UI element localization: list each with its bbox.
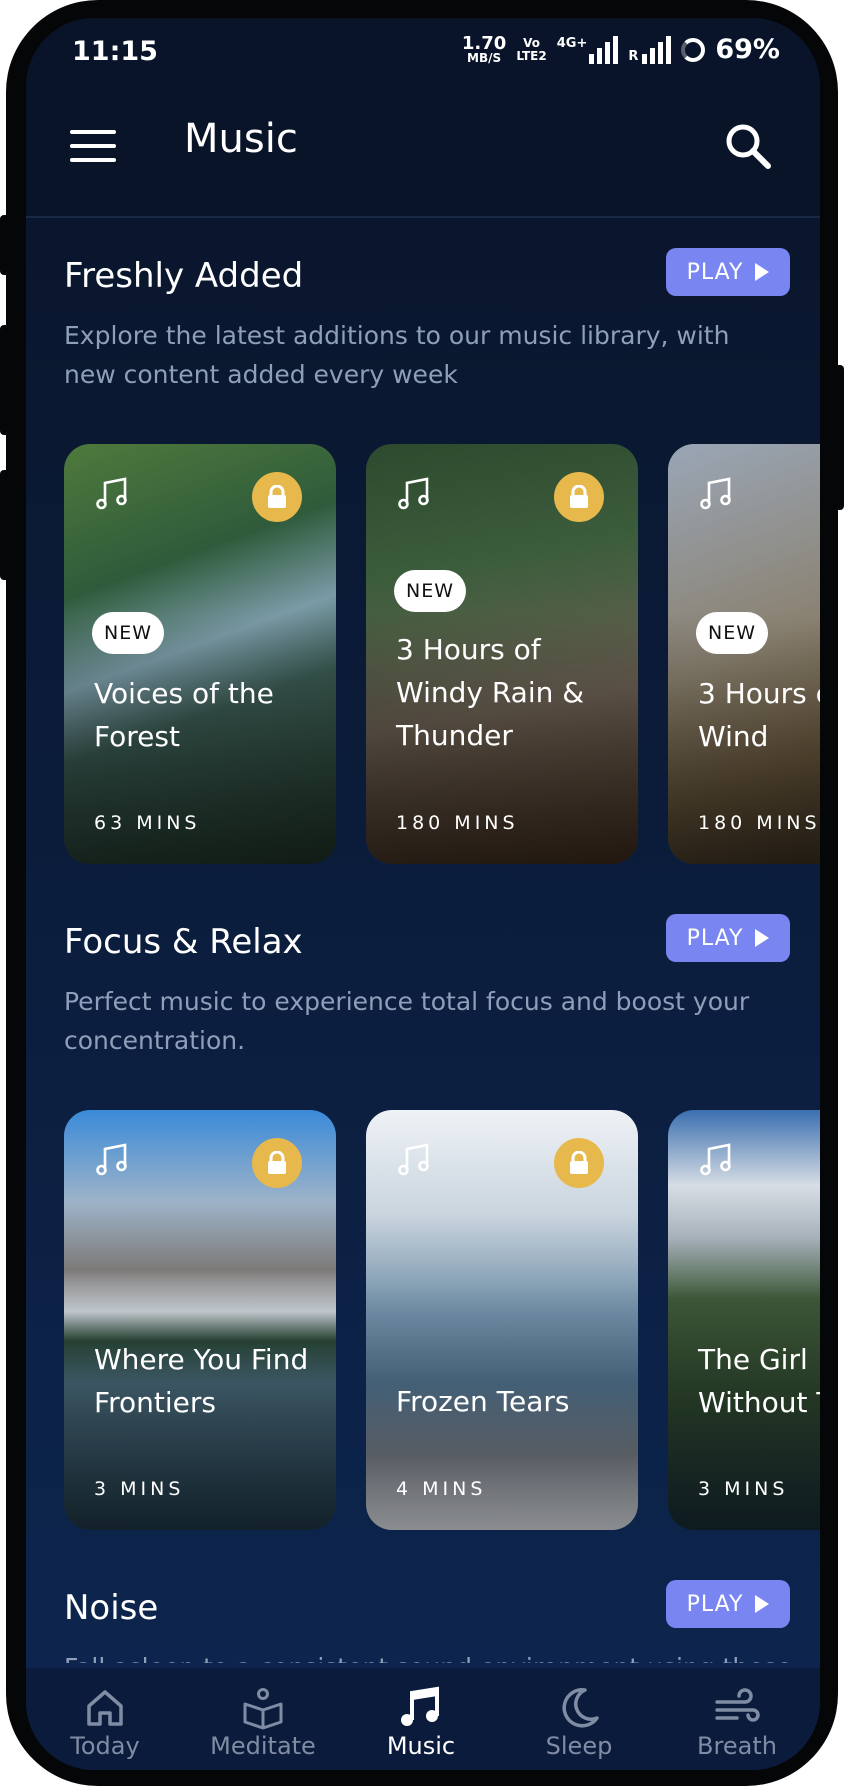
nav-label: Music: [386, 1732, 456, 1760]
signal-roaming: R: [628, 35, 672, 64]
signal-bars-icon: [589, 35, 619, 64]
lock-icon: [268, 1151, 286, 1174]
card-duration: 3 MINS: [698, 1478, 789, 1500]
music-note-icon: [398, 1143, 429, 1176]
new-badge: NEW: [394, 570, 467, 612]
section-title: Freshly Added: [64, 256, 304, 296]
card-title: Where You Find Frontiers: [94, 1343, 309, 1419]
wind-icon: [715, 1688, 760, 1722]
nav-item-breath[interactable]: Breath: [658, 1668, 816, 1770]
nav-label: Meditate: [210, 1732, 316, 1760]
status-bar: 11:15 1.70 MB/S Vo LTE2 4G+ R 69%: [26, 18, 820, 78]
card-title: Frozen Tears: [396, 1385, 570, 1418]
play-icon: [755, 929, 770, 947]
network-speed: 1.70 MB/S: [461, 32, 507, 65]
card-duration: 180 MINS: [396, 812, 519, 834]
roaming-indicator: R: [628, 48, 639, 64]
content-scroll[interactable]: Freshly Added PLAY Explore the latest ad…: [26, 218, 820, 1663]
lock-badge: [554, 472, 604, 522]
lock-icon: [268, 485, 286, 508]
card-duration: 4 MINS: [396, 1478, 487, 1500]
play-button-label: PLAY: [686, 925, 744, 951]
music-card[interactable]: Where You Find Frontiers 3 MINS: [64, 1110, 336, 1530]
phone-side-button: [0, 470, 14, 580]
music-card[interactable]: The Girl Without T 3 MINS: [668, 1110, 820, 1530]
music-note-icon: [700, 1143, 731, 1176]
card-carousel[interactable]: Where You Find Frontiers 3 MINS Frozen T…: [64, 1110, 820, 1532]
network-speed-value: 1.70: [461, 32, 507, 54]
play-icon: [755, 263, 770, 281]
play-icon: [755, 1595, 770, 1613]
card-duration: 3 MINS: [94, 1478, 185, 1500]
nav-item-meditate[interactable]: Meditate: [184, 1668, 342, 1770]
play-button[interactable]: PLAY: [666, 1580, 790, 1628]
music-note-icon: [96, 477, 127, 510]
section-title: Focus & Relax: [64, 922, 303, 962]
status-indicators: 1.70 MB/S Vo LTE2 4G+ R 69%: [462, 34, 780, 65]
music-card[interactable]: NEW 3 Hours c Wind 180 MINS: [668, 444, 820, 864]
music-card[interactable]: NEW Voices of the Forest 63 MINS: [64, 444, 336, 864]
nav-label: Sleep: [545, 1732, 613, 1760]
play-button-label: PLAY: [686, 1591, 744, 1617]
volte-indicator: Vo LTE2: [516, 35, 547, 63]
music-note-icon: [700, 477, 731, 510]
volte-bottom: LTE2: [516, 48, 547, 63]
battery-icon: [681, 37, 706, 62]
battery-level: 69%: [715, 34, 780, 65]
music-note-icon: [401, 1686, 439, 1726]
section-description: Explore the latest additions to our musi…: [64, 321, 730, 389]
app-screen: 11:15 1.70 MB/S Vo LTE2 4G+ R 69% Music …: [26, 18, 820, 1770]
new-badge: NEW: [92, 612, 165, 654]
bottom-nav: Today Meditate Music Sleep Breath: [26, 1668, 820, 1770]
network-speed-unit: MB/S: [467, 50, 502, 65]
signal-bars-icon: [642, 35, 672, 64]
nav-label: Breath: [697, 1732, 777, 1760]
section-description: Perfect music to experience total focus …: [64, 987, 750, 1055]
new-badge: NEW: [696, 612, 769, 654]
card-title: 3 Hours of Windy Rain & Thunder: [396, 633, 585, 752]
volte-top: Vo: [523, 35, 540, 50]
lock-badge: [252, 472, 302, 522]
lock-badge: [252, 1138, 302, 1188]
signal-4g: 4G+: [556, 35, 619, 64]
phone-side-button: [830, 365, 844, 510]
home-icon: [87, 1690, 123, 1726]
card-duration: 180 MINS: [698, 812, 820, 834]
music-note-icon: [398, 477, 429, 510]
lock-icon: [570, 485, 588, 508]
lock-icon: [570, 1151, 588, 1174]
play-button-label: PLAY: [686, 259, 744, 285]
phone-side-button: [0, 215, 14, 275]
moon-icon: [562, 1688, 599, 1728]
lock-badge: [554, 1138, 604, 1188]
phone-side-button: [0, 325, 14, 435]
card-duration: 63 MINS: [94, 812, 201, 834]
card-carousel[interactable]: NEW Voices of the Forest 63 MINS NEW 3 H…: [64, 444, 820, 866]
card-title: Voices of the Forest: [94, 677, 274, 753]
play-button[interactable]: PLAY: [666, 248, 790, 296]
status-time: 11:15: [72, 36, 158, 67]
book-meditate-icon: [243, 1688, 283, 1730]
nav-item-music[interactable]: Music: [342, 1668, 500, 1770]
section-description: Fall asleep to a consistent sound enviro…: [64, 1648, 792, 1663]
music-note-icon: [96, 1143, 127, 1176]
search-icon[interactable]: [720, 118, 776, 174]
card-title: The Girl Without T: [698, 1343, 820, 1419]
nav-item-today[interactable]: Today: [26, 1668, 184, 1770]
music-card[interactable]: NEW 3 Hours of Windy Rain & Thunder 180 …: [366, 444, 638, 864]
hamburger-menu-icon[interactable]: [70, 130, 116, 164]
network-type: 4G+: [556, 35, 588, 51]
app-bar: Music: [26, 78, 820, 218]
music-card[interactable]: Frozen Tears 4 MINS: [366, 1110, 638, 1530]
section-title: Noise: [64, 1588, 159, 1628]
page-title: Music: [184, 116, 298, 162]
nav-item-sleep[interactable]: Sleep: [500, 1668, 658, 1770]
nav-label: Today: [70, 1732, 140, 1760]
card-title: 3 Hours c Wind: [698, 677, 820, 753]
play-button[interactable]: PLAY: [666, 914, 790, 962]
